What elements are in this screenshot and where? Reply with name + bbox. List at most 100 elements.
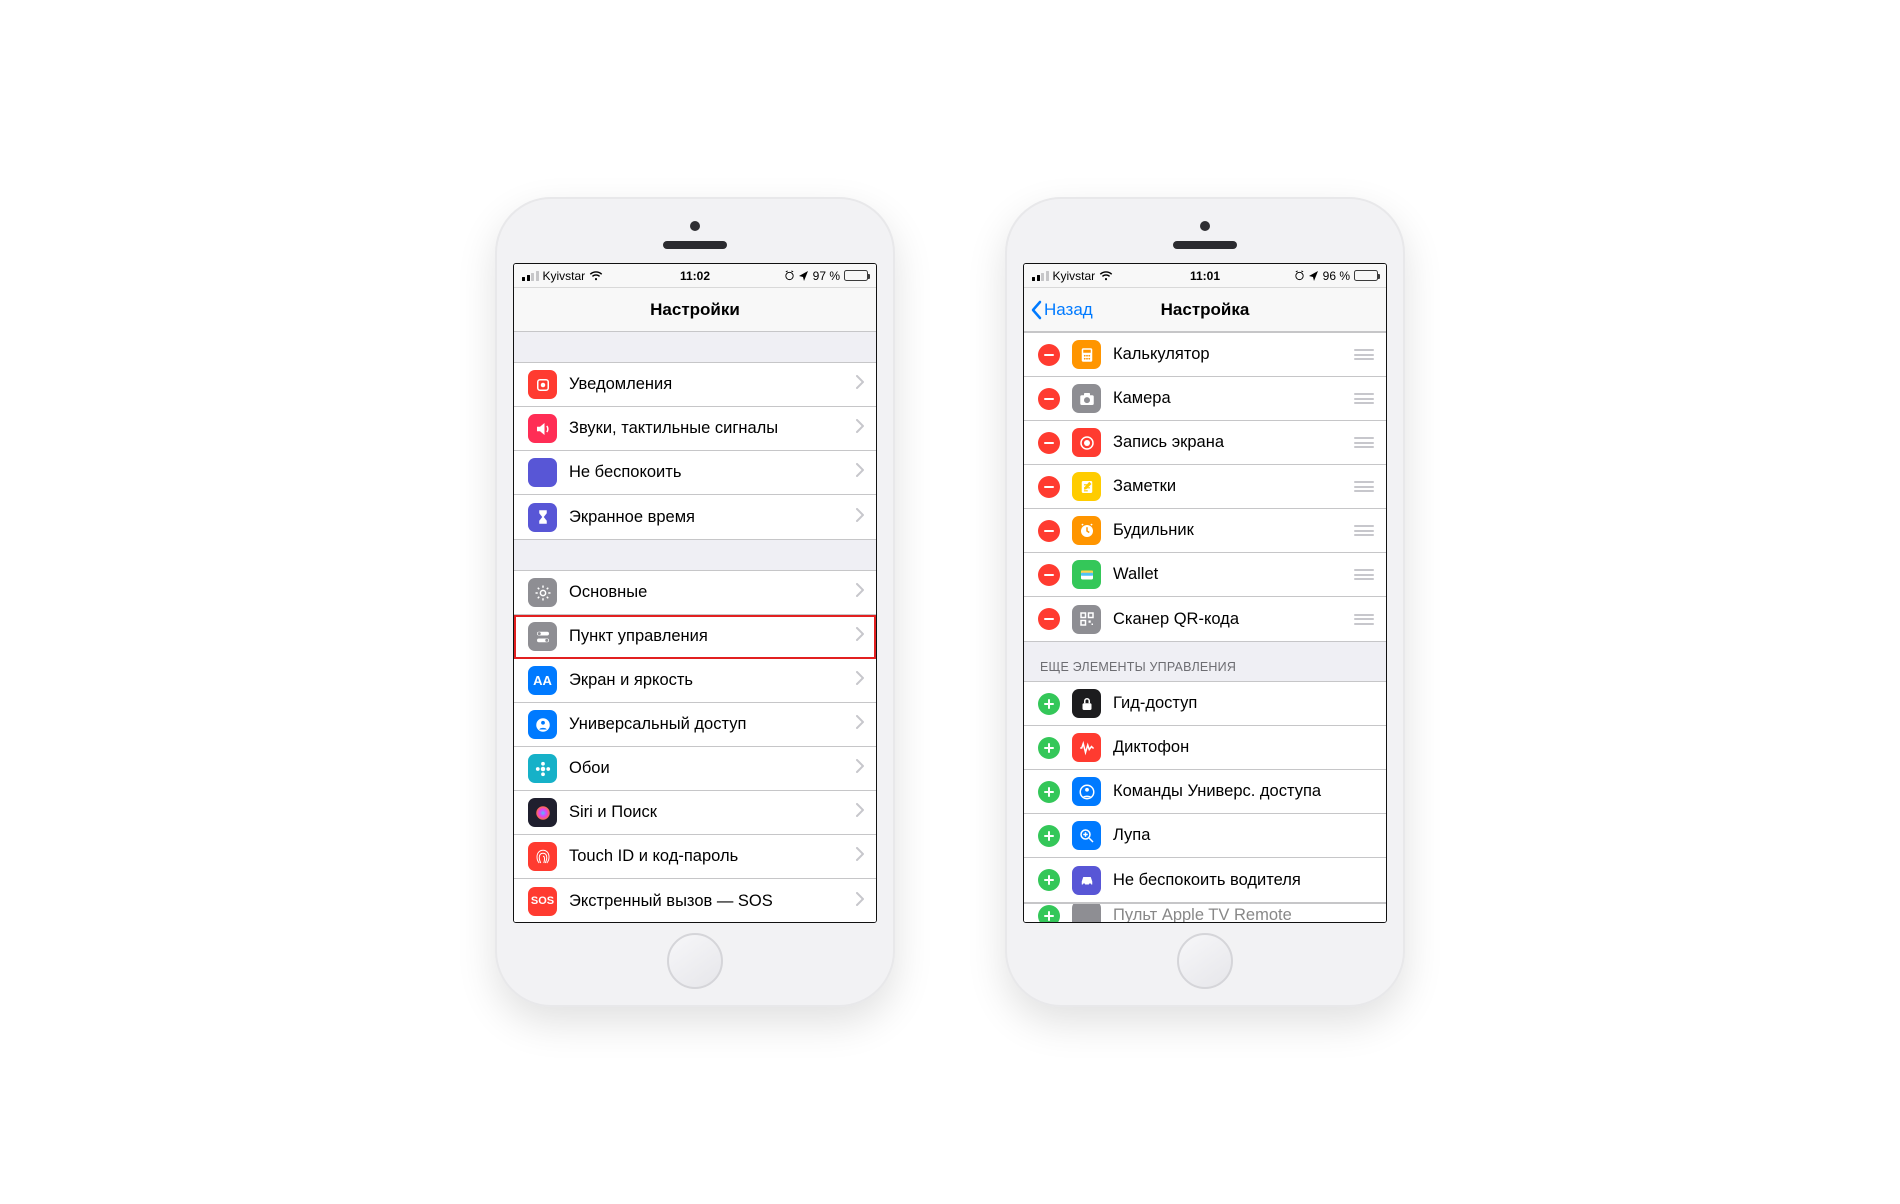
settings-row-display[interactable]: AAЭкран и яркость: [514, 659, 876, 703]
row-label: Диктофон: [1113, 738, 1374, 757]
peek-label: Пульт Apple TV Remote: [1113, 906, 1374, 922]
drag-handle-icon[interactable]: [1354, 525, 1374, 536]
add-button[interactable]: [1038, 693, 1060, 715]
settings-row-touchid[interactable]: Touch ID и код-пароль: [514, 835, 876, 879]
remove-button[interactable]: [1038, 344, 1060, 366]
signal-icon: [522, 271, 539, 281]
row-label: Обои: [569, 759, 844, 778]
row-label: Калькулятор: [1113, 345, 1342, 364]
nav-header: Настройки: [514, 288, 876, 332]
remove-button[interactable]: [1038, 432, 1060, 454]
chevron-right-icon: [856, 375, 864, 394]
home-button[interactable]: [1177, 933, 1233, 989]
row-label: Не беспокоить водителя: [1113, 871, 1374, 890]
add-icon: [1038, 905, 1060, 923]
chevron-right-icon: [856, 715, 864, 734]
chevron-right-icon: [856, 627, 864, 646]
drag-handle-icon[interactable]: [1354, 481, 1374, 492]
phone-right: Kyivstar 11:01 96 % Назад Настройка Каль…: [1005, 197, 1405, 1007]
battery-pct: 96 %: [1323, 269, 1350, 283]
carrier-label: Kyivstar: [1053, 269, 1096, 283]
settings-row-wallpaper[interactable]: Обои: [514, 747, 876, 791]
add-button[interactable]: [1038, 825, 1060, 847]
drag-handle-icon[interactable]: [1354, 437, 1374, 448]
chevron-right-icon: [856, 847, 864, 866]
status-bar: Kyivstar 11:01 96 %: [1024, 264, 1386, 288]
magnifier-icon: [1072, 821, 1101, 850]
remove-button[interactable]: [1038, 520, 1060, 542]
control-center-list[interactable]: Калькулятор КамераЗапись экранаЗаметкиБуд…: [1024, 332, 1386, 922]
drag-handle-icon[interactable]: [1354, 393, 1374, 404]
cc-row-screenrec[interactable]: Запись экрана: [1024, 421, 1386, 465]
section-header-more: ЕЩЕ ЭЛЕМЕНТЫ УПРАВЛЕНИЯ: [1024, 642, 1386, 681]
add-button[interactable]: [1038, 869, 1060, 891]
settings-row-dnd[interactable]: Не беспокоить: [514, 451, 876, 495]
nav-header: Назад Настройка: [1024, 288, 1386, 332]
status-bar: Kyivstar 11:02 97 %: [514, 264, 876, 288]
remove-button[interactable]: [1038, 388, 1060, 410]
home-button[interactable]: [667, 933, 723, 989]
cc-row-notes[interactable]: Заметки: [1024, 465, 1386, 509]
remove-button[interactable]: [1038, 608, 1060, 630]
calculator-icon: [1072, 340, 1101, 369]
wallpaper-icon: [528, 754, 557, 783]
carrier-label: Kyivstar: [543, 269, 586, 283]
settings-row-siri[interactable]: Siri и Поиск: [514, 791, 876, 835]
settings-row-screentime[interactable]: Экранное время: [514, 495, 876, 539]
row-label: Уведомления: [569, 375, 844, 394]
cc-row-voice[interactable]: Диктофон: [1024, 726, 1386, 770]
voice-icon: [1072, 733, 1101, 762]
settings-row-control-center[interactable]: Пункт управления: [514, 615, 876, 659]
cc-row-magnifier[interactable]: Лупа: [1024, 814, 1386, 858]
row-label: Пункт управления: [569, 627, 844, 646]
wifi-icon: [1099, 271, 1113, 281]
list-item-peek: Пульт Apple TV Remote: [1024, 903, 1386, 922]
cc-row-camera[interactable]: Камера: [1024, 377, 1386, 421]
remove-button[interactable]: [1038, 476, 1060, 498]
signal-icon: [1032, 271, 1049, 281]
row-label: Не беспокоить: [569, 463, 844, 482]
cc-row-dnd-drive[interactable]: Не беспокоить водителя: [1024, 858, 1386, 902]
settings-row-notifications[interactable]: Уведомления: [514, 363, 876, 407]
accessibility-icon: [528, 710, 557, 739]
drag-handle-icon[interactable]: [1354, 569, 1374, 580]
wifi-icon: [589, 271, 603, 281]
sos-icon: SOS: [528, 887, 557, 916]
settings-row-sos[interactable]: SOSЭкстренный вызов — SOS: [514, 879, 876, 922]
row-label: Основные: [569, 583, 844, 602]
cc-row-qr[interactable]: Сканер QR-кода: [1024, 597, 1386, 641]
row-label: Siri и Поиск: [569, 803, 844, 822]
dnd-icon: [528, 458, 557, 487]
wallet-icon: [1072, 560, 1101, 589]
back-label: Назад: [1044, 300, 1093, 320]
chevron-right-icon: [856, 892, 864, 911]
remote-icon: [1072, 903, 1101, 922]
settings-list[interactable]: Уведомления Звуки, тактильные сигналы Не б…: [514, 332, 876, 922]
settings-row-general[interactable]: Основные: [514, 571, 876, 615]
settings-row-accessibility[interactable]: Универсальный доступ: [514, 703, 876, 747]
clock: 11:01: [1190, 269, 1220, 283]
chevron-right-icon: [856, 803, 864, 822]
settings-row-sounds[interactable]: Звуки, тактильные сигналы: [514, 407, 876, 451]
location-icon: [1309, 271, 1319, 281]
back-button[interactable]: Назад: [1030, 300, 1093, 320]
general-icon: [528, 578, 557, 607]
screenrec-icon: [1072, 428, 1101, 457]
notifications-icon: [528, 370, 557, 399]
row-label: Команды Универс. доступа: [1113, 782, 1374, 801]
cc-row-guided[interactable]: Гид-доступ: [1024, 682, 1386, 726]
cc-row-alarm[interactable]: Будильник: [1024, 509, 1386, 553]
drag-handle-icon[interactable]: [1354, 349, 1374, 360]
row-label: Лупа: [1113, 826, 1374, 845]
add-button[interactable]: [1038, 781, 1060, 803]
battery-pct: 97 %: [813, 269, 840, 283]
row-label: Звуки, тактильные сигналы: [569, 419, 844, 438]
row-label: Гид-доступ: [1113, 694, 1374, 713]
qr-icon: [1072, 605, 1101, 634]
cc-row-shortcuts[interactable]: Команды Универс. доступа: [1024, 770, 1386, 814]
drag-handle-icon[interactable]: [1354, 614, 1374, 625]
cc-row-calculator[interactable]: Калькулятор: [1024, 333, 1386, 377]
add-button[interactable]: [1038, 737, 1060, 759]
cc-row-wallet[interactable]: Wallet: [1024, 553, 1386, 597]
remove-button[interactable]: [1038, 564, 1060, 586]
